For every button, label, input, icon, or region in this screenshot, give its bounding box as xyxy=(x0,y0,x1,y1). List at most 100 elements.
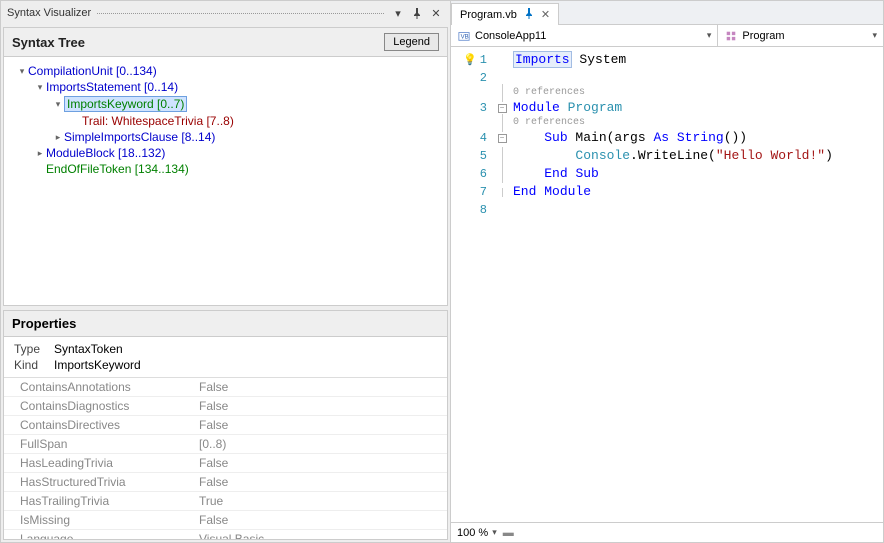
property-value: False xyxy=(199,380,447,394)
legend-button[interactable]: Legend xyxy=(384,33,439,51)
properties-kind-value: ImportsKeyword xyxy=(54,358,141,372)
close-icon[interactable]: ✕ xyxy=(428,5,444,21)
code-token: Sub xyxy=(544,130,567,145)
tree-node-label: SimpleImportsClause [8..14) xyxy=(64,130,215,144)
tree-node-label: EndOfFileToken [134..134) xyxy=(46,162,189,176)
code-token: ()) xyxy=(724,130,747,145)
tree-node[interactable]: ▸ModuleBlock [18..132) xyxy=(8,145,443,161)
property-row[interactable]: ContainsDirectivesFalse xyxy=(4,416,447,435)
code-token: ) xyxy=(825,148,833,163)
code-token: End xyxy=(513,184,536,199)
tab-program[interactable]: Program.vb ✕ xyxy=(451,3,559,25)
tree-caret-icon[interactable]: ▾ xyxy=(16,66,28,77)
code-token: "Hello World!" xyxy=(716,148,825,163)
tree-node[interactable]: EndOfFileToken [134..134) xyxy=(8,161,443,177)
tree-caret-icon[interactable]: ▸ xyxy=(52,132,64,143)
property-row[interactable]: FullSpan[0..8) xyxy=(4,435,447,454)
code-line[interactable]: Imports System xyxy=(513,51,883,69)
property-row[interactable]: LanguageVisual Basic xyxy=(4,530,447,539)
properties-kind-row: Kind ImportsKeyword xyxy=(14,357,437,373)
properties-section: Properties Type SyntaxToken Kind Imports… xyxy=(3,310,448,540)
property-name: HasTrailingTrivia xyxy=(4,494,199,508)
properties-summary: Type SyntaxToken Kind ImportsKeyword xyxy=(4,337,447,377)
code-line[interactable] xyxy=(513,201,883,219)
properties-type-label: Type xyxy=(14,342,54,356)
tree-node[interactable]: ▸SimpleImportsClause [8..14) xyxy=(8,129,443,145)
context-project-dropdown[interactable]: VB ConsoleApp11 ▾ xyxy=(451,25,718,46)
panel-grip[interactable] xyxy=(97,13,384,14)
property-name: HasLeadingTrivia xyxy=(4,456,199,470)
code-line[interactable]: Sub Main(args As String()) xyxy=(513,129,883,147)
code-token: Imports xyxy=(513,51,572,68)
fold-toggle-icon[interactable]: − xyxy=(498,134,507,143)
fold-cell: − xyxy=(493,129,511,147)
tree-node-label: ImportsKeyword [0..7) xyxy=(64,96,187,112)
code-token xyxy=(669,130,677,145)
line-number-gutter: 💡12345678 xyxy=(451,47,493,522)
property-row[interactable]: HasLeadingTriviaFalse xyxy=(4,454,447,473)
chevron-down-icon: ▾ xyxy=(492,527,497,538)
context-project-label: ConsoleApp11 xyxy=(475,30,546,42)
property-name: Language xyxy=(4,532,199,539)
tree-node[interactable]: ▾CompilationUnit [0..134) xyxy=(8,63,443,79)
property-value: False xyxy=(199,513,447,527)
tree-caret-icon[interactable]: ▸ xyxy=(34,148,46,159)
code-line[interactable]: Module Program xyxy=(513,99,883,117)
syntax-visualizer-panel: Syntax Visualizer ▾ ✕ Syntax Tree Legend… xyxy=(1,1,451,542)
line-number: 4 xyxy=(451,129,487,147)
tree-node[interactable]: ▾ImportsKeyword [0..7) xyxy=(8,95,443,113)
editor-panel: Program.vb ✕ VB ConsoleApp11 ▾ Program ▾… xyxy=(451,1,883,542)
tree-node-label: ModuleBlock [18..132) xyxy=(46,146,165,160)
line-number: 7 xyxy=(451,183,487,201)
property-row[interactable]: HasStructuredTriviaFalse xyxy=(4,473,447,492)
property-value: [0..8) xyxy=(199,437,447,451)
line-number: 5 xyxy=(451,147,487,165)
editor-body[interactable]: 💡12345678 −− Imports System0 referencesM… xyxy=(451,47,883,522)
line-number: 3 xyxy=(451,99,487,117)
property-row[interactable]: IsMissingFalse xyxy=(4,511,447,530)
code-token: Main(args xyxy=(568,130,654,145)
property-name: ContainsDiagnostics xyxy=(4,399,199,413)
tree-node[interactable]: Trail: WhitespaceTrivia [7..8) xyxy=(8,113,443,129)
property-name: FullSpan xyxy=(4,437,199,451)
tree-body[interactable]: ▾CompilationUnit [0..134)▾ImportsStateme… xyxy=(4,57,447,305)
code-line[interactable]: End Sub xyxy=(513,165,883,183)
properties-kind-label: Kind xyxy=(14,358,54,372)
tree-caret-icon[interactable]: ▾ xyxy=(34,82,46,93)
tab-pin-icon[interactable] xyxy=(523,7,535,22)
tab-close-icon[interactable]: ✕ xyxy=(541,8,550,21)
code-line[interactable] xyxy=(513,69,883,87)
syntax-tree-section: Syntax Tree Legend ▾CompilationUnit [0..… xyxy=(3,27,448,306)
pin-icon[interactable] xyxy=(409,5,425,21)
property-row[interactable]: ContainsDiagnosticsFalse xyxy=(4,397,447,416)
fold-cell xyxy=(493,147,511,165)
fold-cell xyxy=(493,201,511,219)
code-area[interactable]: Imports System 0 referencesModule Program… xyxy=(511,47,883,522)
property-row[interactable]: HasTrailingTriviaTrue xyxy=(4,492,447,511)
fold-cell xyxy=(493,165,511,183)
fold-cell xyxy=(493,183,511,201)
tab-bar: Program.vb ✕ xyxy=(451,1,883,25)
tree-node[interactable]: ▾ImportsStatement [0..14) xyxy=(8,79,443,95)
property-row[interactable]: ContainsAnnotationsFalse xyxy=(4,378,447,397)
vb-project-icon: VB xyxy=(457,29,471,43)
codelens-references[interactable]: 0 references xyxy=(513,117,883,129)
tab-label: Program.vb xyxy=(460,9,517,21)
context-member-dropdown[interactable]: Program ▾ xyxy=(718,25,883,46)
tree-title: Syntax Tree xyxy=(12,35,85,50)
code-line[interactable]: Console.WriteLine("Hello World!") xyxy=(513,147,883,165)
properties-grid[interactable]: ContainsAnnotationsFalseContainsDiagnost… xyxy=(4,377,447,539)
fold-toggle-icon[interactable]: − xyxy=(498,104,507,113)
tree-node-label: CompilationUnit [0..134) xyxy=(28,64,157,78)
tree-caret-icon[interactable]: ▾ xyxy=(52,99,64,110)
properties-type-row: Type SyntaxToken xyxy=(14,341,437,357)
lightbulb-icon[interactable]: 💡 xyxy=(463,55,477,67)
panel-header: Syntax Visualizer ▾ ✕ xyxy=(1,1,450,25)
property-name: IsMissing xyxy=(4,513,199,527)
zoom-dropdown[interactable]: 100 % ▾ xyxy=(457,527,497,539)
line-number: 2 xyxy=(451,69,487,87)
codelens-references[interactable]: 0 references xyxy=(513,87,883,99)
code-line[interactable]: End Module xyxy=(513,183,883,201)
window-menu-icon[interactable]: ▾ xyxy=(390,5,406,21)
code-token: System xyxy=(579,52,626,67)
